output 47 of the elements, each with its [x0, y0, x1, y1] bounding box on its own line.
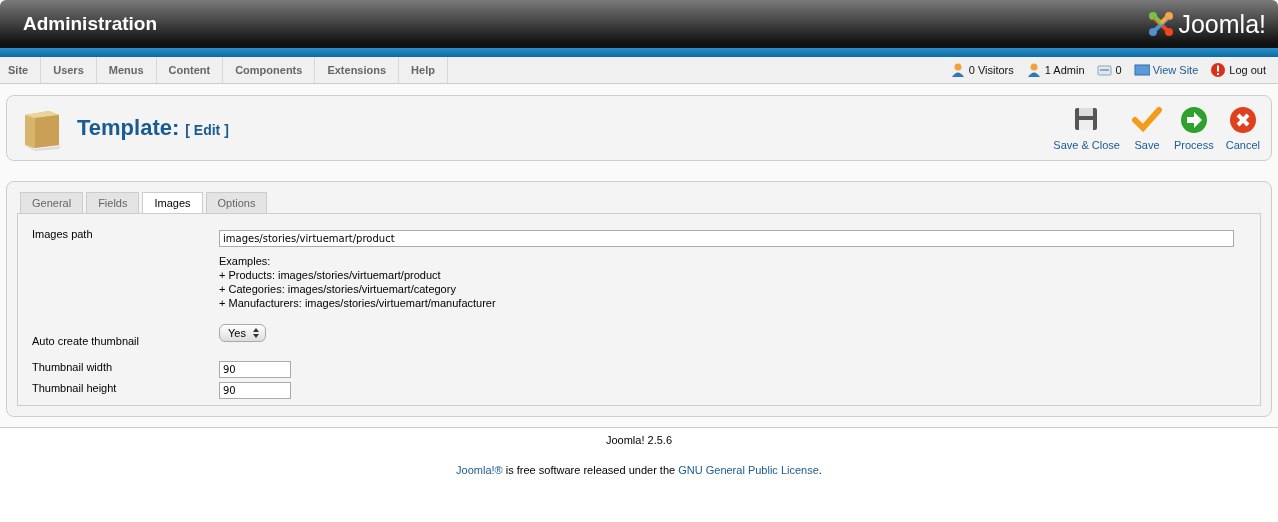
page-subtitle: [ Edit ] — [185, 121, 229, 138]
user-icon — [1025, 62, 1042, 78]
input-field[interactable]: 90 — [219, 361, 291, 378]
user-icon — [949, 62, 966, 78]
menu-item[interactable]: Extensions — [315, 57, 400, 83]
save-and-close-button[interactable]: Save & Close — [1050, 105, 1123, 151]
menu-item[interactable]: Components — [223, 57, 316, 83]
status-text: 1 Admin — [1044, 64, 1085, 76]
menu-item[interactable]: Content — [156, 57, 224, 83]
field-label: Auto create thumbnail — [32, 334, 140, 347]
version-text: Joomla! 2.5.6 — [604, 434, 673, 446]
menu-item[interactable]: Menus — [96, 57, 157, 83]
site-title: Administration — [23, 13, 158, 35]
logo-text: Joomla! — [1178, 9, 1266, 39]
monitor-icon — [1133, 62, 1150, 78]
cancel-button[interactable]: Cancel — [1222, 105, 1263, 151]
status-link[interactable]: View Site — [1152, 64, 1199, 76]
field-label: Thumbnail width — [32, 361, 114, 375]
status-text: 0 Visitors — [968, 64, 1014, 76]
help-text: + Manufacturers: images/stories/virtuemart/manufacturer — [219, 296, 497, 310]
help-text: + Products: images/stories/virtuemart/product — [219, 268, 442, 282]
dropdown[interactable]: Yes — [219, 324, 266, 342]
message-icon — [1096, 62, 1113, 78]
field-label: Thumbnail height — [32, 382, 118, 396]
input-field[interactable]: 90 — [219, 382, 291, 399]
tab[interactable]: General — [20, 192, 84, 213]
tab[interactable]: Fields — [86, 192, 140, 213]
footer-link[interactable]: Joomla!® — [456, 464, 503, 476]
page-title: Template: — [77, 115, 180, 141]
alert-icon — [1210, 62, 1227, 78]
status-text: 0 — [1115, 64, 1122, 76]
footer-link[interactable]: GNU General Public License — [678, 464, 819, 476]
field-label: Images path — [32, 227, 94, 242]
close-icon — [1227, 105, 1258, 135]
checkmark-icon — [1132, 105, 1162, 135]
license-text: Joomla!® is free software released under the GNU General Public License. — [455, 464, 823, 476]
menu-item[interactable]: Users — [41, 57, 97, 83]
input-field[interactable]: images/stories/virtuemart/product — [219, 230, 1234, 247]
tab[interactable]: Images — [142, 192, 203, 213]
save-button[interactable]: Save — [1129, 105, 1165, 151]
tab[interactable]: Options — [205, 192, 268, 213]
help-text: + Categories: images/stories/virtuemart/category — [219, 282, 457, 296]
menu-item[interactable]: Site — [0, 57, 42, 83]
process-button[interactable]: Process — [1171, 105, 1217, 151]
status-link[interactable]: Log out — [1229, 64, 1266, 76]
menu-item[interactable]: Help — [399, 57, 448, 83]
help-text: Examples: — [219, 254, 272, 268]
